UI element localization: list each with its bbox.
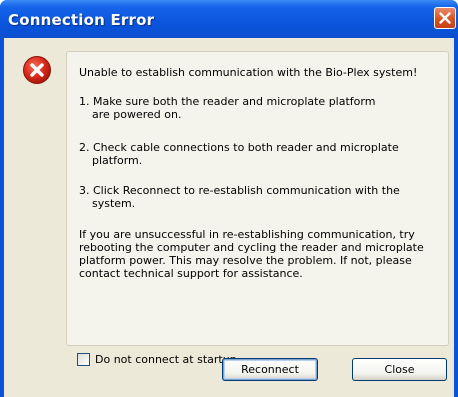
step-1: 1. Make sure both the reader and micropl… <box>79 95 375 121</box>
dialog-window: Connection Error Unable to establish com… <box>0 0 458 397</box>
window-title: Connection Error <box>8 11 155 29</box>
step-2-line2: platform. <box>92 154 143 167</box>
advice-line-3: platform power. This may resolve the pro… <box>79 254 412 267</box>
step-2-line1: 2. Check cable connections to both reade… <box>79 141 399 154</box>
error-icon <box>23 56 51 84</box>
startup-checkbox-label[interactable]: Do not connect at startup <box>95 353 237 367</box>
step-1-line2: are powered on. <box>92 108 182 121</box>
advice-line-1: If you are unsuccessful in re-establishi… <box>79 228 415 241</box>
title-close-button[interactable] <box>434 7 456 29</box>
advice-text: If you are unsuccessful in re-establishi… <box>79 228 424 280</box>
step-3-line1: 3. Click Reconnect to re-establish commu… <box>79 184 400 197</box>
close-button[interactable]: Close <box>352 358 447 381</box>
step-2: 2. Check cable connections to both reade… <box>79 141 399 167</box>
step-1-line1: 1. Make sure both the reader and micropl… <box>79 95 376 108</box>
advice-line-2: rebooting the computer and cycling the r… <box>79 241 424 254</box>
reconnect-button[interactable]: Reconnect <box>222 358 318 381</box>
close-icon <box>439 12 451 24</box>
title-bar[interactable]: Connection Error <box>0 0 458 38</box>
advice-line-4: contact technical support for assistance… <box>79 267 303 280</box>
error-headline: Unable to establish communication with t… <box>79 66 418 79</box>
dialog-body: Unable to establish communication with t… <box>4 38 454 397</box>
startup-checkbox[interactable] <box>77 353 90 366</box>
step-3-line2: system. <box>92 197 136 210</box>
step-3: 3. Click Reconnect to re-establish commu… <box>79 184 400 210</box>
